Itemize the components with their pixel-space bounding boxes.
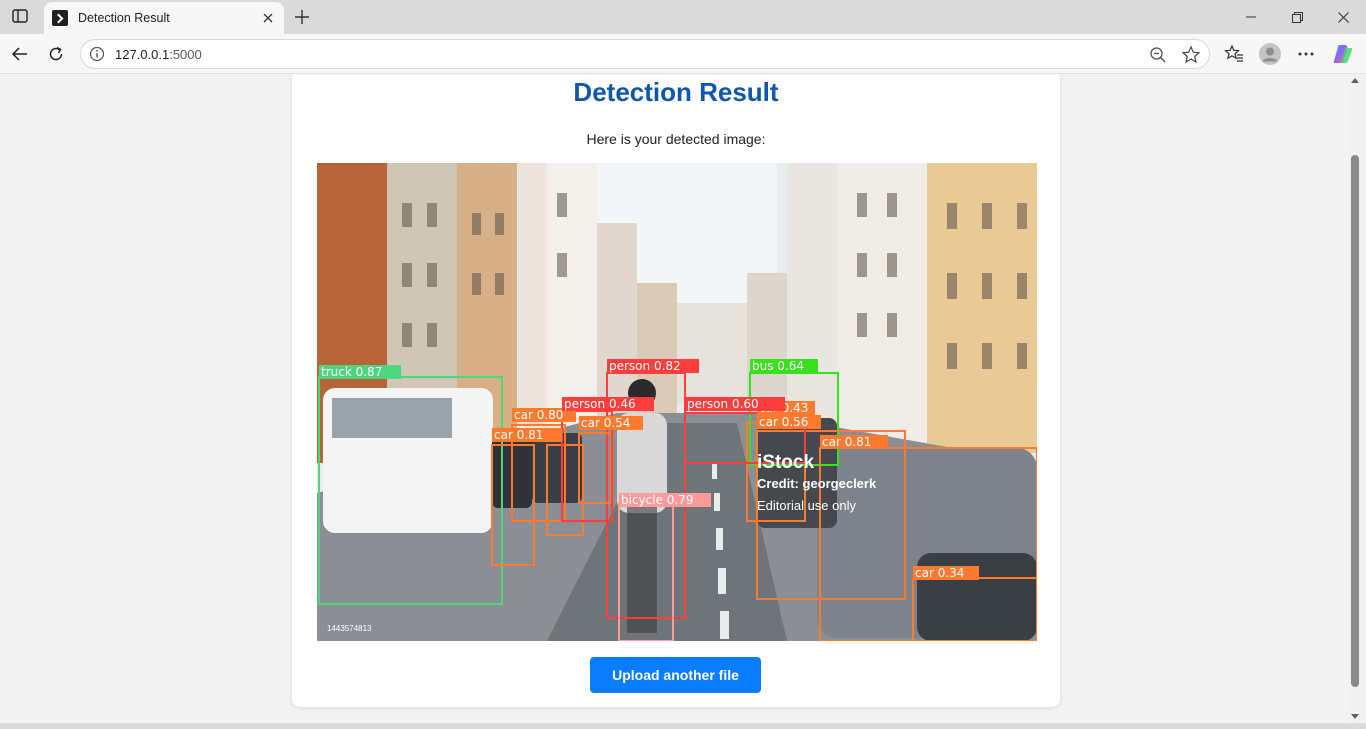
url-port: :5000 xyxy=(169,47,202,62)
page-scrollbar[interactable] xyxy=(1348,75,1362,723)
detection-label: bus 0.64 xyxy=(752,359,804,373)
tab-title: Detection Result xyxy=(78,11,170,25)
detection-label: person 0.82 xyxy=(609,359,681,373)
favorite-star-icon[interactable] xyxy=(1181,45,1201,70)
favorites-icon[interactable] xyxy=(1221,41,1247,67)
detection-label: truck 0.87 xyxy=(321,365,382,379)
close-window-icon[interactable] xyxy=(1320,0,1366,34)
detection-label: car 0.34 xyxy=(915,566,964,580)
reload-icon[interactable] xyxy=(42,40,70,68)
watermark-credit: Credit: georgeclerk xyxy=(757,476,877,491)
detection-label: car 0.54 xyxy=(581,416,630,430)
terminal-icon xyxy=(52,10,68,26)
scrollbar-thumb[interactable] xyxy=(1351,155,1359,687)
upload-another-file-button[interactable]: Upload another file xyxy=(590,657,761,693)
detection-label: person 0.46 xyxy=(564,397,636,411)
detection-label: car 0.81 xyxy=(822,435,871,449)
url-text: 127.0.0.1:5000 xyxy=(115,47,202,62)
detection-label: car 0.81 xyxy=(494,428,543,442)
window-bottom-edge xyxy=(0,723,1366,729)
profile-avatar-icon[interactable] xyxy=(1257,41,1283,67)
page-subtitle: Here is your detected image: xyxy=(586,131,766,147)
scroll-down-arrow-icon[interactable] xyxy=(1351,714,1359,719)
result-card: Detection Result Here is your detected i… xyxy=(292,75,1060,707)
browser-tab[interactable]: Detection Result xyxy=(44,2,284,34)
restore-icon[interactable] xyxy=(1274,0,1320,34)
image-id: 1443574813 xyxy=(327,624,372,633)
new-tab-icon[interactable] xyxy=(290,5,314,29)
minimize-icon[interactable] xyxy=(1228,0,1274,34)
detection-label: person 0.60 xyxy=(687,397,759,411)
sidebar-toggle-icon[interactable] xyxy=(6,4,34,28)
watermark-usage: Editorial use only xyxy=(757,498,856,513)
tab-close-icon[interactable] xyxy=(260,10,276,26)
browser-titlebar: Detection Result xyxy=(0,0,1366,34)
detection-label: car 0.80 xyxy=(514,408,563,422)
page-viewport: Detection Result Here is your detected i… xyxy=(3,75,1348,723)
detection-label: car 0.56 xyxy=(759,415,808,429)
more-options-icon[interactable] xyxy=(1293,41,1319,67)
back-arrow-icon[interactable] xyxy=(6,40,34,68)
page-title: Detection Result xyxy=(573,77,779,107)
watermark-brand: iStock xyxy=(757,452,814,473)
detection-label: bicycle 0.79 xyxy=(621,493,694,507)
street-scene-image: truck 0.87 person 0.82 bus 0.64 car 0.80… xyxy=(317,163,1037,641)
copilot-icon[interactable] xyxy=(1330,41,1356,67)
zoom-out-icon[interactable] xyxy=(1149,46,1167,69)
address-bar[interactable]: 127.0.0.1:5000 xyxy=(80,39,1210,69)
scroll-up-arrow-icon[interactable] xyxy=(1351,78,1359,83)
detected-image: truck 0.87 person 0.82 bus 0.64 car 0.80… xyxy=(317,163,1037,641)
url-host: 127.0.0.1 xyxy=(115,47,170,62)
browser-toolbar: 127.0.0.1:5000 xyxy=(0,34,1366,74)
site-info-icon[interactable] xyxy=(89,46,105,62)
